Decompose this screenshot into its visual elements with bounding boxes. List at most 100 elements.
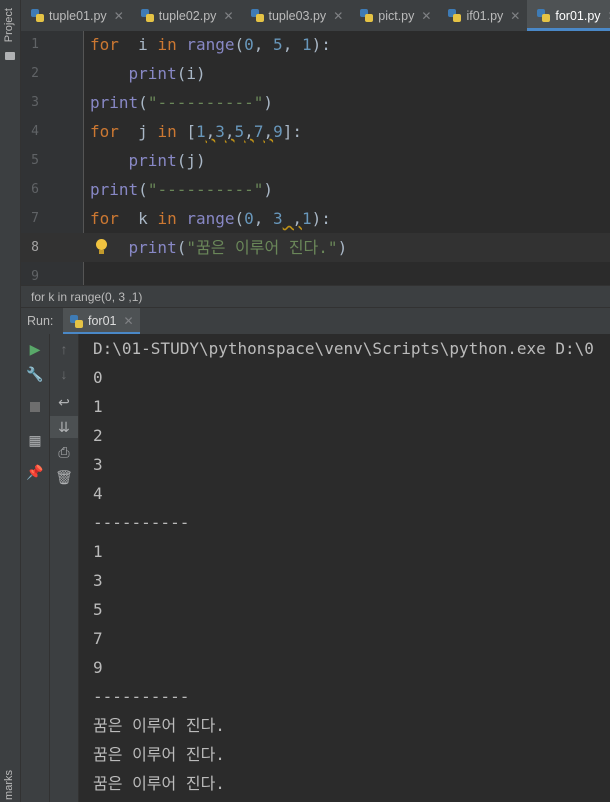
close-icon[interactable]: ✕ (421, 9, 431, 23)
code-line[interactable]: 5 print(j) (21, 146, 610, 175)
layout-icon[interactable]: ▦ (21, 429, 49, 451)
code-token: range (176, 35, 235, 54)
print-icon[interactable]: ⎙ (50, 441, 78, 463)
code-token: , (244, 122, 254, 141)
intention-bulb-icon[interactable] (95, 239, 108, 256)
tab-tuple01-py[interactable]: tuple01.py ✕ (21, 0, 131, 31)
code-token: 1 (301, 35, 312, 54)
line-number: 2 (31, 66, 39, 81)
code-text: for i in range(0, 5, 1): (90, 31, 331, 59)
console-line: D:\01-STUDY\pythonspace\venv\Scripts\pyt… (93, 339, 594, 358)
code-token: ): (311, 209, 331, 228)
console-line: 1 (93, 542, 103, 561)
console-line: 3 (93, 571, 103, 590)
arrow-down-icon[interactable]: ↓ (50, 363, 78, 385)
console-line: 3 (93, 455, 103, 474)
code-token: ) (263, 93, 274, 112)
code-editor[interactable]: 1 for i in range(0, 5, 1): 2 print(i) 3 prin… (21, 31, 610, 285)
python-file-icon (537, 9, 551, 22)
python-file-icon (250, 9, 264, 22)
settings-icon[interactable]: 🔧 (21, 363, 49, 385)
code-token: for (90, 122, 119, 141)
code-line[interactable]: 7 for k in range(0, 3 ,1): (21, 204, 610, 233)
python-file-icon (70, 314, 83, 328)
code-token: "꿈은 이루어 진다." (186, 238, 338, 257)
breadcrumb[interactable]: for k in range(0, 3 ,1) (21, 285, 610, 308)
tab-if01-py[interactable]: if01.py ✕ (438, 0, 527, 31)
code-token: 3 (273, 209, 283, 228)
line-number: 6 (31, 182, 39, 197)
arrow-up-icon[interactable]: ↑ (50, 338, 78, 360)
console-line: 4 (93, 484, 103, 503)
code-token: , (253, 35, 274, 54)
code-line[interactable]: 9 (21, 262, 610, 285)
code-token: in (157, 35, 177, 54)
code-text: print(i) (90, 59, 206, 88)
tab-tuple02-py[interactable]: tuple02.py ✕ (131, 0, 241, 31)
stop-icon[interactable] (21, 396, 49, 418)
code-line[interactable]: 2 print(i) (21, 59, 610, 88)
soft-wrap-icon[interactable]: ↩ (50, 391, 78, 413)
code-token: k (118, 209, 158, 228)
code-line[interactable]: 6 print("----------") (21, 175, 610, 204)
code-line[interactable]: 4 for j in [1,3,5,7,9]: (21, 117, 610, 146)
code-token: ( (138, 180, 148, 199)
run-icon[interactable]: ▶ (21, 338, 49, 360)
code-token: in (157, 122, 177, 141)
line-number: 5 (31, 153, 39, 168)
run-tab-label: for01 (88, 314, 117, 328)
pin-icon[interactable]: 📌 (21, 461, 49, 483)
code-token: print (128, 151, 177, 170)
run-tab-for01[interactable]: for01 ✕ (63, 308, 140, 334)
code-text: for k in range(0, 3 ,1): (90, 204, 331, 233)
tab-label: for01.py (555, 8, 601, 23)
tab-for01-py[interactable]: for01.py✕ (527, 0, 610, 31)
code-line[interactable]: 1 for i in range(0, 5, 1): (21, 31, 610, 59)
close-icon[interactable]: ✕ (333, 9, 343, 23)
code-token: print (128, 64, 177, 83)
project-tool-button[interactable]: Project (3, 8, 15, 42)
code-token: ( (138, 93, 148, 112)
tab-pict-py[interactable]: pict.py ✕ (350, 0, 438, 31)
tab-label: pict.py (378, 8, 415, 23)
close-icon[interactable]: ✕ (114, 9, 124, 23)
run-console[interactable]: D:\01-STUDY\pythonspace\venv\Scripts\pyt… (79, 334, 610, 802)
tab-tuple03-py[interactable]: tuple03.py ✕ (241, 0, 351, 31)
console-line: 꿈은 이루어 진다. (93, 745, 225, 764)
code-token: 0 (244, 209, 254, 228)
line-number: 9 (31, 269, 39, 284)
code-token: 1 (195, 122, 206, 141)
code-token: ( (234, 209, 245, 228)
code-text: for j in [1,3,5,7,9]: (90, 117, 302, 146)
code-token: 5 (234, 122, 245, 141)
code-token: "----------" (147, 93, 264, 112)
code-line[interactable]: 8 print("꿈은 이루어 진다.") (21, 233, 610, 262)
trash-icon[interactable]: 🗑 (50, 466, 78, 488)
code-token: , (224, 122, 235, 141)
close-icon[interactable]: ✕ (124, 314, 134, 328)
python-file-icon (448, 9, 462, 22)
line-number: 3 (31, 95, 39, 110)
code-token: for (90, 209, 119, 228)
code-token: , (263, 122, 274, 141)
run-tool-column-secondary: ↑ ↓ ↩ ⇊ ⎙ 🗑 (50, 334, 79, 802)
code-text: print(j) (90, 146, 206, 175)
python-file-icon (360, 9, 374, 22)
bookmarks-tool-button[interactable]: marks (3, 770, 15, 800)
code-token: 1 (301, 209, 312, 228)
tab-label: tuple02.py (158, 8, 217, 23)
run-tool-column-primary: ▶ 🔧 ▦ 📌 (21, 334, 50, 802)
close-icon[interactable]: ✕ (510, 9, 520, 23)
code-line[interactable]: 3 print("----------") (21, 88, 610, 117)
code-token: 9 (273, 122, 283, 141)
code-token: for (90, 35, 119, 54)
scroll-to-end-icon[interactable]: ⇊ (50, 416, 78, 438)
left-tool-strip: Project marks (0, 0, 21, 802)
code-token: range (176, 209, 235, 228)
code-token: ( (176, 238, 187, 257)
tab-label: if01.py (466, 8, 504, 23)
close-icon[interactable]: ✕ (223, 9, 233, 23)
editor-tabs: tuple01.py ✕ tuple02.py ✕ tuple03.py ✕ pict.py… (21, 0, 610, 32)
